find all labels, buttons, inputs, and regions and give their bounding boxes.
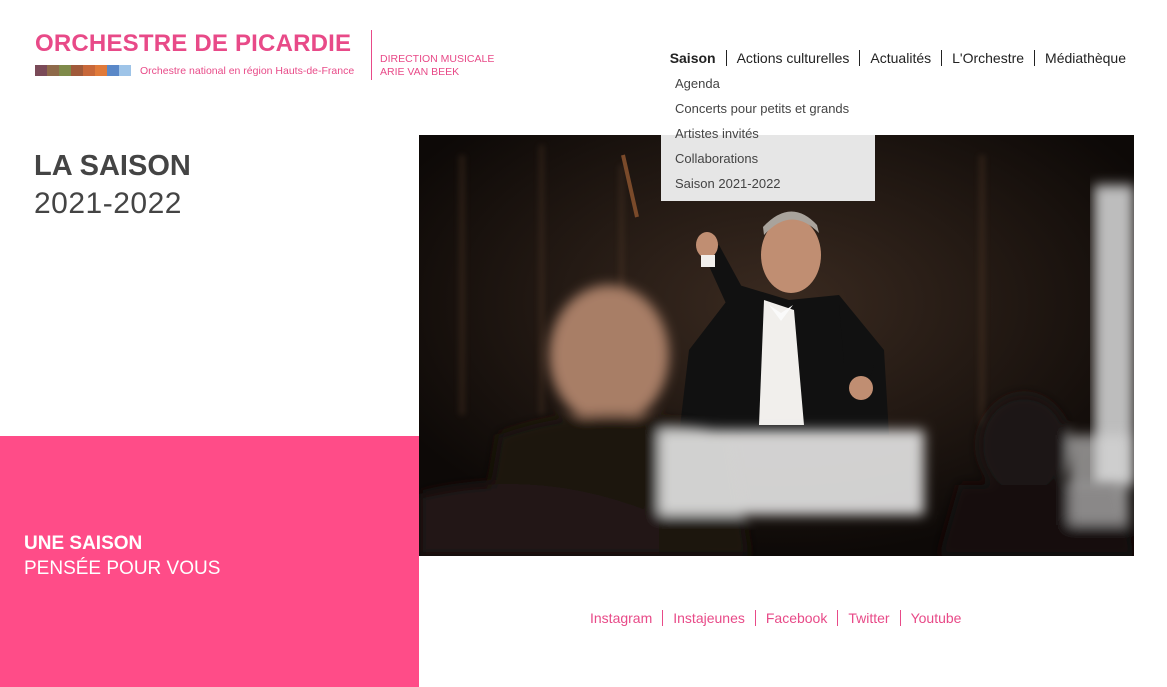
- logo-color-strip: [35, 65, 131, 76]
- logo-subtitle: Orchestre national en région Hauts-de-Fr…: [140, 65, 355, 77]
- dropdown-item-concerts[interactable]: Concerts pour petits et grands: [675, 101, 849, 116]
- nav-item-actions-culturelles[interactable]: Actions culturelles: [725, 50, 860, 66]
- social-links: Instagram Instajeunes Facebook Twitter Y…: [590, 610, 971, 626]
- dropdown-item-collaborations[interactable]: Collaborations: [675, 151, 758, 166]
- promo-line-2: PENSÉE POUR VOUS: [24, 558, 221, 579]
- page-title: LA SAISON: [34, 150, 191, 182]
- site-logo[interactable]: ORCHESTRE DE PICARDIE Orchestre national…: [35, 30, 505, 85]
- nav-item-actualites[interactable]: Actualités: [859, 50, 941, 66]
- logo-title: ORCHESTRE DE PICARDIE: [35, 30, 352, 57]
- logo-divider: [371, 30, 372, 80]
- social-twitter-link[interactable]: Twitter: [837, 610, 899, 626]
- nav-item-mediatheque[interactable]: Médiathèque: [1034, 50, 1126, 66]
- social-instajeunes-link[interactable]: Instajeunes: [662, 610, 755, 626]
- social-instagram-link[interactable]: Instagram: [590, 610, 662, 626]
- nav-item-orchestre[interactable]: L'Orchestre: [941, 50, 1034, 66]
- logo-direction-label: DIRECTION MUSICALE: [380, 53, 495, 65]
- logo-director-name: ARIE VAN BEEK: [380, 66, 460, 78]
- page-subtitle-years: 2021-2022: [34, 187, 182, 220]
- dropdown-item-agenda[interactable]: Agenda: [675, 76, 720, 91]
- dropdown-item-saison[interactable]: Saison 2021-2022: [675, 176, 781, 191]
- dropdown-item-artistes[interactable]: Artistes invités: [675, 126, 759, 141]
- social-facebook-link[interactable]: Facebook: [754, 610, 837, 626]
- saison-dropdown-panel: [661, 135, 875, 201]
- social-youtube-link[interactable]: Youtube: [899, 610, 972, 626]
- main-nav: Saison Actions culturelles Actualités L'…: [670, 50, 1126, 66]
- nav-item-saison[interactable]: Saison: [670, 50, 726, 66]
- promo-line-1: UNE SAISON: [24, 533, 143, 554]
